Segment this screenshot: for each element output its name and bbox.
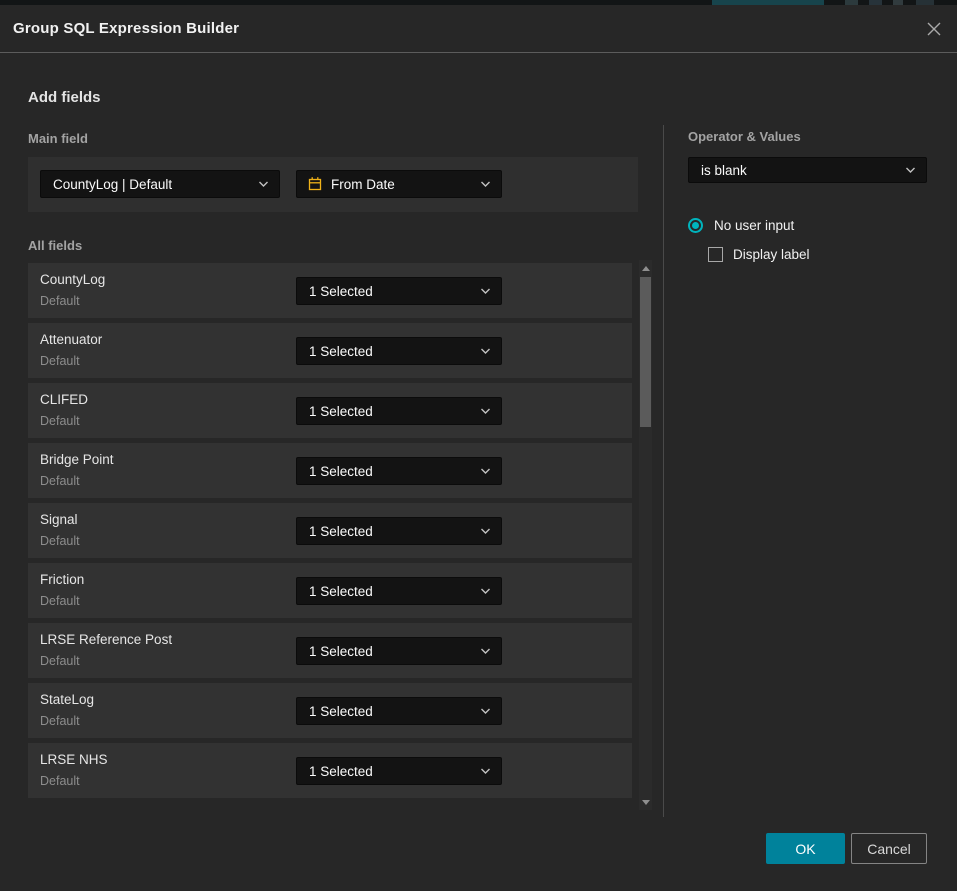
field-name: CountyLog	[40, 272, 105, 287]
field-selection-dropdown[interactable]: 1 Selected	[296, 697, 502, 725]
field-selection-value: 1 Selected	[297, 704, 373, 719]
field-name: Signal	[40, 512, 78, 527]
no-user-input-option: No user input	[688, 218, 794, 233]
chevron-down-icon	[480, 588, 491, 595]
field-row: Attenuator Default 1 Selected	[28, 323, 632, 378]
scrollbar-thumb[interactable]	[640, 277, 651, 427]
field-name: LRSE Reference Post	[40, 632, 172, 647]
operator-value: is blank	[689, 163, 747, 178]
main-field-source-value: CountyLog | Default	[41, 177, 172, 192]
field-row: CountyLog Default 1 Selected	[28, 263, 632, 318]
field-row: Signal Default 1 Selected	[28, 503, 632, 558]
chevron-down-icon	[480, 468, 491, 475]
chevron-down-icon	[480, 408, 491, 415]
operator-dropdown[interactable]: is blank	[688, 157, 927, 183]
dialog-footer: OK Cancel	[766, 833, 927, 864]
screen: Group SQL Expression Builder Add fields …	[0, 0, 957, 891]
no-user-input-label: No user input	[714, 218, 794, 233]
field-sublabel: Default	[40, 594, 80, 608]
chevron-down-icon	[480, 528, 491, 535]
field-name: Friction	[40, 572, 84, 587]
all-fields-label: All fields	[28, 238, 82, 253]
main-field-field-value: From Date	[323, 177, 395, 192]
field-selection-dropdown[interactable]: 1 Selected	[296, 397, 502, 425]
chevron-down-icon	[480, 288, 491, 295]
field-sublabel: Default	[40, 474, 80, 488]
field-row: StateLog Default 1 Selected	[28, 683, 632, 738]
chevron-down-icon	[480, 348, 491, 355]
calendar-icon	[307, 176, 323, 192]
chevron-down-icon	[480, 768, 491, 775]
field-sublabel: Default	[40, 414, 80, 428]
display-label-checkbox[interactable]	[708, 247, 723, 262]
field-selection-dropdown[interactable]: 1 Selected	[296, 757, 502, 785]
operator-values-panel: Operator & Values is blank No user input…	[688, 5, 927, 891]
ok-button[interactable]: OK	[766, 833, 845, 864]
field-row: CLIFED Default 1 Selected	[28, 383, 632, 438]
chevron-down-icon	[480, 181, 491, 188]
scrollbar-down-arrow[interactable]	[639, 796, 652, 808]
chevron-down-icon	[480, 648, 491, 655]
field-selection-value: 1 Selected	[297, 284, 373, 299]
field-sublabel: Default	[40, 714, 80, 728]
field-row: LRSE NHS Default 1 Selected	[28, 743, 632, 798]
field-name: Bridge Point	[40, 452, 114, 467]
field-name: Attenuator	[40, 332, 102, 347]
field-selection-dropdown[interactable]: 1 Selected	[296, 277, 502, 305]
field-selection-value: 1 Selected	[297, 344, 373, 359]
field-selection-dropdown[interactable]: 1 Selected	[296, 577, 502, 605]
field-row: Friction Default 1 Selected	[28, 563, 632, 618]
field-selection-value: 1 Selected	[297, 524, 373, 539]
field-selection-dropdown[interactable]: 1 Selected	[296, 337, 502, 365]
main-field-source-dropdown[interactable]: CountyLog | Default	[40, 170, 280, 198]
field-sublabel: Default	[40, 294, 80, 308]
operator-values-heading: Operator & Values	[688, 129, 801, 144]
group-sql-expression-builder-dialog: Group SQL Expression Builder Add fields …	[0, 5, 957, 891]
display-label-text: Display label	[733, 247, 810, 262]
scrollbar-up-arrow[interactable]	[639, 262, 652, 274]
field-row: Bridge Point Default 1 Selected	[28, 443, 632, 498]
field-selection-value: 1 Selected	[297, 584, 373, 599]
no-user-input-radio[interactable]	[688, 218, 703, 233]
field-name: LRSE NHS	[40, 752, 108, 767]
field-sublabel: Default	[40, 774, 80, 788]
field-selection-value: 1 Selected	[297, 764, 373, 779]
chevron-down-icon	[905, 167, 916, 174]
dialog-title: Group SQL Expression Builder	[13, 5, 239, 53]
main-field-label: Main field	[28, 131, 88, 146]
cancel-button[interactable]: Cancel	[851, 833, 927, 864]
field-selection-dropdown[interactable]: 1 Selected	[296, 517, 502, 545]
field-selection-value: 1 Selected	[297, 644, 373, 659]
main-field-field-dropdown[interactable]: From Date	[296, 170, 502, 198]
chevron-down-icon	[480, 708, 491, 715]
display-label-option: Display label	[708, 247, 810, 262]
close-icon	[925, 20, 943, 38]
field-selection-value: 1 Selected	[297, 464, 373, 479]
field-name: StateLog	[40, 692, 94, 707]
field-sublabel: Default	[40, 534, 80, 548]
panel-divider	[663, 125, 664, 817]
field-selection-value: 1 Selected	[297, 404, 373, 419]
all-fields-list: CountyLog Default 1 Selected Attenuator …	[28, 263, 632, 803]
main-field-panel: CountyLog | Default From Date	[28, 157, 638, 212]
field-sublabel: Default	[40, 654, 80, 668]
field-name: CLIFED	[40, 392, 88, 407]
field-sublabel: Default	[40, 354, 80, 368]
field-selection-dropdown[interactable]: 1 Selected	[296, 457, 502, 485]
field-row: LRSE Reference Post Default 1 Selected	[28, 623, 632, 678]
chevron-down-icon	[258, 181, 269, 188]
fields-scrollbar[interactable]	[639, 260, 652, 810]
field-selection-dropdown[interactable]: 1 Selected	[296, 637, 502, 665]
add-fields-heading: Add fields	[28, 89, 101, 106]
